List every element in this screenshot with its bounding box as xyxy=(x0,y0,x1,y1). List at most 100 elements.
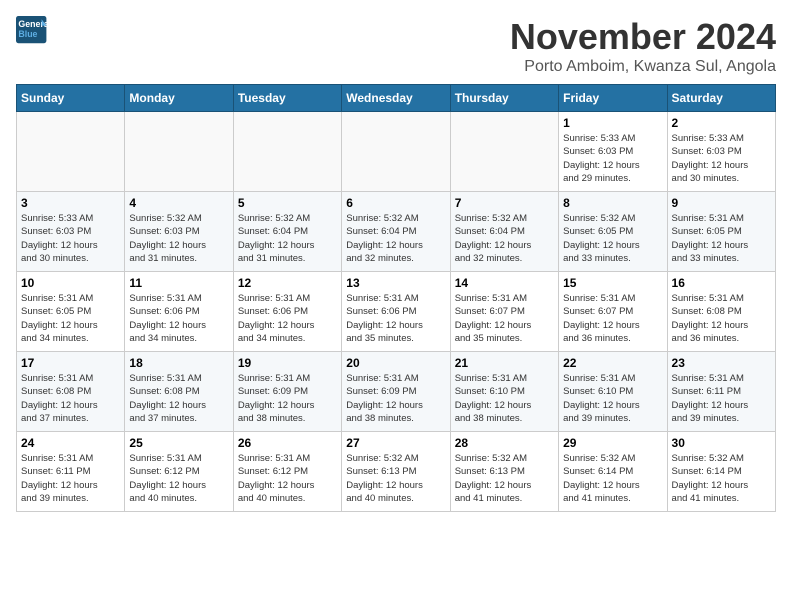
day-detail: Sunrise: 5:32 AM Sunset: 6:04 PM Dayligh… xyxy=(346,212,445,265)
day-number: 8 xyxy=(563,196,662,210)
calendar-cell: 4Sunrise: 5:32 AM Sunset: 6:03 PM Daylig… xyxy=(125,192,233,272)
calendar-cell: 12 Sunrise: 5:31 AM Sunset: 6:06 PM Dayli… xyxy=(233,272,341,352)
day-detail: Sunrise: 5:32 AM Sunset: 6:14 PM Dayligh… xyxy=(563,452,662,505)
calendar-cell: 30 Sunrise: 5:32 AM Sunset: 6:14 PM Dayli… xyxy=(667,432,775,512)
calendar-cell: 26Sunrise: 5:31 AM Sunset: 6:12 PM Dayli… xyxy=(233,432,341,512)
calendar-week-5: 24 Sunrise: 5:31 AM Sunset: 6:11 PM Dayli… xyxy=(17,432,776,512)
day-detail: Sunrise: 5:31 AM Sunset: 6:09 PM Dayligh… xyxy=(346,372,445,425)
day-number: 10 xyxy=(21,276,120,290)
calendar-cell: 3 Sunrise: 5:33 AM Sunset: 6:03 PM Daylig… xyxy=(17,192,125,272)
day-number: 13 xyxy=(346,276,445,290)
day-detail: Sunrise: 5:31 AM Sunset: 6:07 PM Dayligh… xyxy=(455,292,554,345)
calendar-cell xyxy=(17,112,125,192)
calendar-cell: 27Sunrise: 5:32 AM Sunset: 6:13 PM Dayli… xyxy=(342,432,450,512)
calendar-cell: 17 Sunrise: 5:31 AM Sunset: 6:08 PM Dayli… xyxy=(17,352,125,432)
calendar-cell: 9 Sunrise: 5:31 AM Sunset: 6:05 PM Daylig… xyxy=(667,192,775,272)
day-detail: Sunrise: 5:31 AM Sunset: 6:05 PM Dayligh… xyxy=(672,212,771,265)
day-number: 2 xyxy=(672,116,771,130)
weekday-header-wednesday: Wednesday xyxy=(342,85,450,112)
day-number: 30 xyxy=(672,436,771,450)
calendar-cell: 16 Sunrise: 5:31 AM Sunset: 6:08 PM Dayli… xyxy=(667,272,775,352)
day-detail: Sunrise: 5:31 AM Sunset: 6:11 PM Dayligh… xyxy=(672,372,771,425)
calendar-cell: 15 Sunrise: 5:31 AM Sunset: 6:07 PM Dayli… xyxy=(559,272,667,352)
day-detail: Sunrise: 5:32 AM Sunset: 6:14 PM Dayligh… xyxy=(672,452,771,505)
logo-icon: General Blue xyxy=(16,16,48,44)
calendar-cell: 18 Sunrise: 5:31 AM Sunset: 6:08 PM Dayli… xyxy=(125,352,233,432)
day-number: 20 xyxy=(346,356,445,370)
day-detail: Sunrise: 5:33 AM Sunset: 6:03 PM Dayligh… xyxy=(563,132,662,185)
day-number: 26 xyxy=(238,436,337,450)
day-number: 24 xyxy=(21,436,120,450)
weekday-header-thursday: Thursday xyxy=(450,85,558,112)
day-number: 3 xyxy=(21,196,120,210)
weekday-header-row: SundayMondayTuesdayWednesdayThursdayFrid… xyxy=(17,85,776,112)
calendar-cell xyxy=(125,112,233,192)
day-detail: Sunrise: 5:31 AM Sunset: 6:07 PM Dayligh… xyxy=(563,292,662,345)
day-number: 14 xyxy=(455,276,554,290)
calendar-cell: 23Sunrise: 5:31 AM Sunset: 6:11 PM Dayli… xyxy=(667,352,775,432)
day-number: 6 xyxy=(346,196,445,210)
day-detail: Sunrise: 5:31 AM Sunset: 6:10 PM Dayligh… xyxy=(455,372,554,425)
day-number: 9 xyxy=(672,196,771,210)
calendar-cell xyxy=(342,112,450,192)
calendar-cell: 29 Sunrise: 5:32 AM Sunset: 6:14 PM Dayli… xyxy=(559,432,667,512)
calendar-cell: 7 Sunrise: 5:32 AM Sunset: 6:04 PM Daylig… xyxy=(450,192,558,272)
calendar-cell: 14 Sunrise: 5:31 AM Sunset: 6:07 PM Dayli… xyxy=(450,272,558,352)
day-number: 7 xyxy=(455,196,554,210)
day-detail: Sunrise: 5:32 AM Sunset: 6:13 PM Dayligh… xyxy=(455,452,554,505)
day-detail: Sunrise: 5:33 AM Sunset: 6:03 PM Dayligh… xyxy=(672,132,771,185)
day-detail: Sunrise: 5:32 AM Sunset: 6:04 PM Dayligh… xyxy=(455,212,554,265)
calendar-table: SundayMondayTuesdayWednesdayThursdayFrid… xyxy=(16,84,776,512)
day-number: 16 xyxy=(672,276,771,290)
day-number: 5 xyxy=(238,196,337,210)
day-number: 11 xyxy=(129,276,228,290)
weekday-header-friday: Friday xyxy=(559,85,667,112)
day-detail: Sunrise: 5:31 AM Sunset: 6:06 PM Dayligh… xyxy=(238,292,337,345)
day-detail: Sunrise: 5:31 AM Sunset: 6:08 PM Dayligh… xyxy=(672,292,771,345)
day-number: 15 xyxy=(563,276,662,290)
day-number: 18 xyxy=(129,356,228,370)
day-detail: Sunrise: 5:31 AM Sunset: 6:10 PM Dayligh… xyxy=(563,372,662,425)
day-number: 29 xyxy=(563,436,662,450)
calendar-cell: 20 Sunrise: 5:31 AM Sunset: 6:09 PM Dayli… xyxy=(342,352,450,432)
day-detail: Sunrise: 5:33 AM Sunset: 6:03 PM Dayligh… xyxy=(21,212,120,265)
svg-text:Blue: Blue xyxy=(18,29,37,39)
calendar-cell: 6 Sunrise: 5:32 AM Sunset: 6:04 PM Daylig… xyxy=(342,192,450,272)
day-number: 25 xyxy=(129,436,228,450)
calendar-cell: 22Sunrise: 5:31 AM Sunset: 6:10 PM Dayli… xyxy=(559,352,667,432)
weekday-header-sunday: Sunday xyxy=(17,85,125,112)
day-detail: Sunrise: 5:31 AM Sunset: 6:11 PM Dayligh… xyxy=(21,452,120,505)
page-header: General Blue November 2024 Porto Amboim,… xyxy=(16,16,776,76)
day-number: 19 xyxy=(238,356,337,370)
day-detail: Sunrise: 5:31 AM Sunset: 6:05 PM Dayligh… xyxy=(21,292,120,345)
day-detail: Sunrise: 5:32 AM Sunset: 6:03 PM Dayligh… xyxy=(129,212,228,265)
calendar-cell: 24 Sunrise: 5:31 AM Sunset: 6:11 PM Dayli… xyxy=(17,432,125,512)
day-detail: Sunrise: 5:31 AM Sunset: 6:08 PM Dayligh… xyxy=(129,372,228,425)
day-detail: Sunrise: 5:32 AM Sunset: 6:13 PM Dayligh… xyxy=(346,452,445,505)
calendar-body: 1 Sunrise: 5:33 AM Sunset: 6:03 PM Daylig… xyxy=(17,112,776,512)
month-title: November 2024 xyxy=(510,16,776,58)
calendar-cell xyxy=(450,112,558,192)
day-detail: Sunrise: 5:32 AM Sunset: 6:04 PM Dayligh… xyxy=(238,212,337,265)
calendar-week-1: 1 Sunrise: 5:33 AM Sunset: 6:03 PM Daylig… xyxy=(17,112,776,192)
day-detail: Sunrise: 5:31 AM Sunset: 6:08 PM Dayligh… xyxy=(21,372,120,425)
calendar-cell xyxy=(233,112,341,192)
logo: General Blue xyxy=(16,16,48,44)
calendar-cell: 21Sunrise: 5:31 AM Sunset: 6:10 PM Dayli… xyxy=(450,352,558,432)
calendar-week-3: 10 Sunrise: 5:31 AM Sunset: 6:05 PM Dayli… xyxy=(17,272,776,352)
calendar-cell: 11 Sunrise: 5:31 AM Sunset: 6:06 PM Dayli… xyxy=(125,272,233,352)
day-number: 12 xyxy=(238,276,337,290)
day-number: 28 xyxy=(455,436,554,450)
location-subtitle: Porto Amboim, Kwanza Sul, Angola xyxy=(510,58,776,76)
day-detail: Sunrise: 5:31 AM Sunset: 6:06 PM Dayligh… xyxy=(129,292,228,345)
weekday-header-tuesday: Tuesday xyxy=(233,85,341,112)
calendar-week-2: 3 Sunrise: 5:33 AM Sunset: 6:03 PM Daylig… xyxy=(17,192,776,272)
calendar-cell: 1 Sunrise: 5:33 AM Sunset: 6:03 PM Daylig… xyxy=(559,112,667,192)
day-detail: Sunrise: 5:32 AM Sunset: 6:05 PM Dayligh… xyxy=(563,212,662,265)
day-number: 17 xyxy=(21,356,120,370)
day-number: 1 xyxy=(563,116,662,130)
title-block: November 2024 Porto Amboim, Kwanza Sul, … xyxy=(510,16,776,76)
calendar-cell: 25Sunrise: 5:31 AM Sunset: 6:12 PM Dayli… xyxy=(125,432,233,512)
calendar-cell: 19 Sunrise: 5:31 AM Sunset: 6:09 PM Dayli… xyxy=(233,352,341,432)
day-detail: Sunrise: 5:31 AM Sunset: 6:09 PM Dayligh… xyxy=(238,372,337,425)
